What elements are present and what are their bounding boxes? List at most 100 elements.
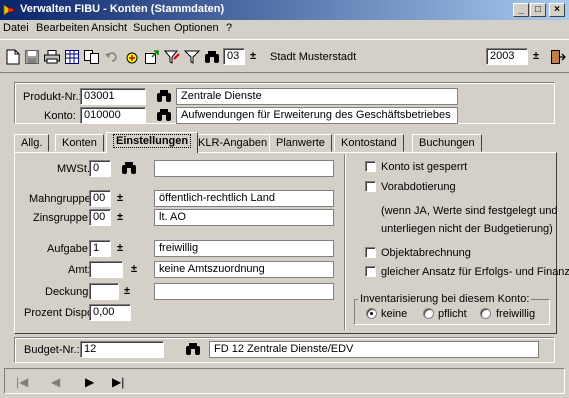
filter-edit-icon[interactable] (164, 49, 180, 65)
mwst-search-icon[interactable] (121, 161, 137, 178)
konto-search-icon[interactable] (156, 108, 172, 125)
tab-konten[interactable]: Konten (55, 134, 104, 152)
konto-field[interactable]: 010000 (80, 107, 146, 124)
menu-datei[interactable]: Datei (3, 22, 29, 34)
mandant-name: Stadt Musterstadt (270, 51, 357, 63)
konto-label: Konto: (44, 110, 76, 122)
amt-description: keine Amtszuordnung (154, 261, 334, 278)
zinsgruppe-spin-button[interactable]: ± (117, 211, 123, 223)
produkt-field[interactable]: 03001 (80, 88, 146, 105)
minimize-button[interactable]: _ (513, 3, 529, 17)
mwst-label: MWSt.: (57, 163, 94, 175)
prozent-dispo-label: Prozent Dispo: (24, 307, 97, 319)
first-record-icon[interactable]: |◀ (16, 375, 28, 389)
exit-icon[interactable] (550, 49, 566, 65)
inv-pflicht-radio[interactable] (423, 308, 434, 319)
amt-label: Amt: (68, 264, 91, 276)
produkt-label: Produkt-Nr.: (23, 91, 82, 103)
tab-planwerte[interactable]: Planwerte (269, 134, 332, 152)
zinsgruppe-field[interactable]: 00 (89, 209, 111, 226)
aufgabe-label: Aufgabe: (47, 243, 92, 255)
maximize-button[interactable]: □ (530, 3, 546, 17)
aufgabe-description: freiwillig (154, 240, 334, 257)
year-field[interactable]: 2003 (486, 48, 528, 65)
vorab-checkbox[interactable] (365, 181, 376, 192)
tab-allg[interactable]: Allg. (14, 134, 50, 152)
column-divider (344, 154, 345, 330)
menu-suchen[interactable]: Suchen (133, 22, 170, 34)
table-view-icon[interactable] (64, 49, 80, 65)
objekt-checkbox[interactable] (365, 247, 376, 258)
deckung-label: Deckung: (45, 286, 92, 298)
budget-label: Budget-Nr.: (24, 344, 80, 356)
find-record-icon[interactable] (124, 49, 140, 65)
vorab-note-line1: (wenn JA, Werte sind festgelegt und (381, 205, 558, 217)
export-icon[interactable] (144, 49, 160, 65)
vorab-note-line2: unterliegen nicht der Budgetierung) (381, 223, 553, 235)
amt-field[interactable] (89, 261, 123, 278)
mwst-description (154, 160, 334, 177)
mahngruppe-label: Mahngruppe: (29, 193, 94, 205)
app-icon (3, 4, 17, 16)
mahngruppe-spin-button[interactable]: ± (117, 192, 123, 204)
deckung-spin-button[interactable]: ± (124, 285, 130, 297)
mandant-spin-button[interactable]: ± (250, 50, 256, 62)
budget-search-icon[interactable] (185, 342, 201, 359)
objekt-label: Objektabrechnung (381, 247, 471, 259)
title-bar: Verwalten FIBU - Konten (Stammdaten) _ □… (0, 0, 569, 20)
tab-strip: Allg. Konten Einstellungen KLR-Angaben P… (14, 132, 555, 154)
print-icon[interactable] (44, 49, 60, 65)
aufgabe-spin-button[interactable]: ± (117, 242, 123, 254)
tab-einstellungen-label: Einstellungen (113, 134, 192, 148)
window-title: Verwalten FIBU - Konten (Stammdaten) (20, 3, 225, 15)
deckung-field[interactable] (89, 283, 119, 300)
gleicher-ansatz-label: gleicher Ansatz für Erfolgs- und Finanzk… (381, 266, 569, 278)
undo-icon[interactable] (104, 49, 120, 65)
new-document-icon[interactable] (5, 49, 21, 65)
budget-description: FD 12 Zentrale Dienste/EDV (209, 341, 539, 358)
budget-field[interactable]: 12 (80, 341, 164, 358)
gesperrt-label: Konto ist gesperrt (381, 161, 468, 173)
menu-help[interactable]: ? (226, 22, 232, 34)
produkt-description: Zentrale Dienste (176, 88, 458, 105)
gleicher-ansatz-checkbox[interactable] (365, 266, 376, 277)
binoculars-icon[interactable] (204, 49, 220, 65)
tab-klr-angaben[interactable]: KLR-Angaben (191, 134, 275, 152)
copy-icon[interactable] (84, 49, 100, 65)
inventarisierung-title: Inventarisierung bei diesem Konto: (358, 293, 532, 305)
mwst-field[interactable]: 0 (89, 160, 111, 177)
aufgabe-field[interactable]: 1 (89, 240, 111, 257)
tab-buchungen[interactable]: Buchungen (412, 134, 482, 152)
inv-keine-label: keine (381, 308, 408, 320)
tab-einstellungen[interactable]: Einstellungen (106, 132, 199, 153)
inv-freiwillig-radio[interactable] (480, 308, 491, 319)
inv-keine-radio[interactable] (366, 308, 377, 319)
zinsgruppe-label: Zinsgruppe: (33, 212, 92, 224)
deckung-description (154, 283, 334, 300)
filter-icon[interactable] (184, 49, 200, 65)
toolbar: 03 ± Stadt Musterstadt 2003 ± (0, 39, 569, 73)
inv-pflicht-label: pflicht (438, 308, 467, 320)
tab-kontostand[interactable]: Kontostand (334, 134, 404, 152)
prozent-dispo-field[interactable]: 0,00 (89, 304, 131, 321)
konto-description: Aufwendungen für Erweiterung des Geschäf… (176, 107, 458, 124)
zinsgruppe-description: lt. AO (154, 209, 334, 226)
produkt-search-icon[interactable] (156, 89, 172, 106)
menu-bearbeiten[interactable]: Bearbeiten (36, 22, 89, 34)
menu-ansicht[interactable]: Ansicht (91, 22, 127, 34)
amt-spin-button[interactable]: ± (131, 263, 137, 275)
menu-bar: Datei Bearbeiten Ansicht Suchen Optionen… (0, 20, 569, 38)
mahngruppe-field[interactable]: 00 (89, 190, 111, 207)
vorab-label: Vorabdotierung (381, 181, 456, 193)
year-spin-button[interactable]: ± (533, 50, 539, 62)
inv-freiwillig-label: freiwillig (496, 308, 536, 320)
next-record-icon[interactable]: ▶ (85, 375, 94, 389)
last-record-icon[interactable]: ▶| (112, 375, 124, 389)
mahngruppe-description: öffentlich-rechtlich Land (154, 190, 334, 207)
save-icon[interactable] (24, 49, 40, 65)
mandant-number-field[interactable]: 03 (223, 48, 245, 65)
previous-record-icon[interactable]: ◀ (51, 375, 60, 389)
gesperrt-checkbox[interactable] (365, 161, 376, 172)
menu-optionen[interactable]: Optionen (174, 22, 219, 34)
close-button[interactable]: × (549, 3, 565, 17)
